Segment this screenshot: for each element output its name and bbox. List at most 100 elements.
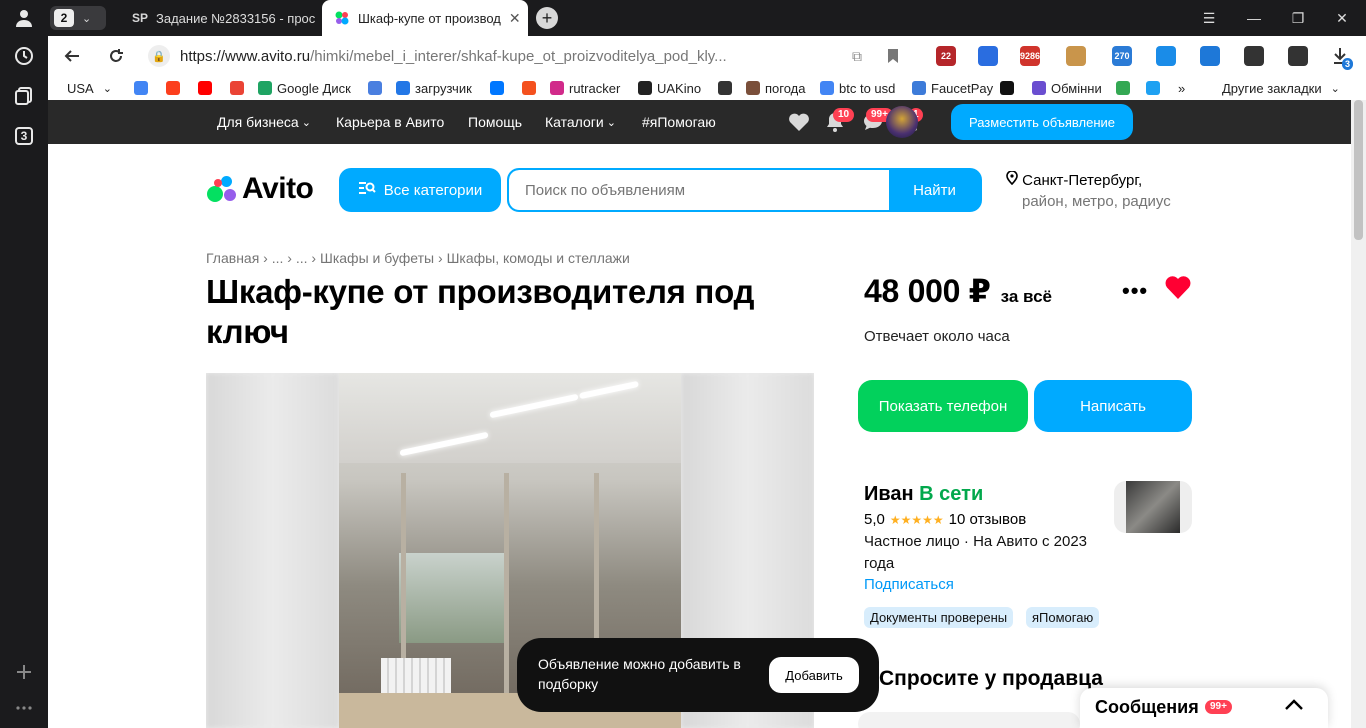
- favorites-heart-icon[interactable]: [786, 110, 812, 134]
- bm-uakino[interactable]: UAKino: [638, 79, 701, 97]
- breadcrumb: Главная › ... › ... › Шкафы и буфеты › Ш…: [206, 250, 630, 266]
- bm-google-drive[interactable]: Google Диск: [258, 79, 351, 97]
- google-icon: [820, 81, 834, 95]
- documents-verified-chip[interactable]: Документы проверены: [864, 607, 1014, 628]
- price-block: 48 000 ₽ за всё: [864, 272, 1052, 310]
- bookmarks-bar: USA ⌄ Google Диск загрузчик rutracker UAKino п…: [48, 76, 1366, 100]
- messenger-widget[interactable]: Сообщения 99+: [1080, 688, 1328, 728]
- close-window-icon[interactable]: ✕: [1322, 0, 1362, 36]
- nav-business[interactable]: Для бизнеса ⌄: [217, 100, 311, 144]
- bm-translate[interactable]: [368, 79, 382, 97]
- page-title: Шкаф-купе от производителя под ключ: [206, 273, 755, 350]
- bm-other-bookmarks[interactable]: Другие закладки ⌄: [1222, 79, 1340, 97]
- nav-ya-pomogayu[interactable]: #яПомогаю: [642, 100, 716, 144]
- ya-pomogayu-chip[interactable]: яПомогаю: [1026, 607, 1100, 628]
- address-bar[interactable]: 🔒 https://www.avito.ru/himki/mebel_i_int…: [140, 41, 860, 71]
- add-panel-icon[interactable]: [12, 660, 36, 684]
- close-tab-icon[interactable]: ✕: [509, 10, 521, 27]
- bm-pogoda[interactable]: погода: [746, 79, 806, 97]
- user-avatar[interactable]: [886, 106, 918, 138]
- downloads-icon[interactable]: 3: [1328, 44, 1354, 70]
- menu-icon[interactable]: ☰: [1189, 0, 1229, 36]
- ask-seller-input[interactable]: [858, 712, 1080, 728]
- avito-logo[interactable]: Avito: [206, 172, 314, 206]
- tab-title: Шкаф-купе от производ: [358, 10, 501, 26]
- more-options-icon[interactable]: •••: [1122, 278, 1148, 304]
- breadcrumb-item[interactable]: ...: [272, 250, 284, 266]
- toast-add-button[interactable]: Добавить: [769, 657, 859, 693]
- subscribe-link[interactable]: Подписаться: [864, 576, 954, 593]
- post-ad-button[interactable]: Разместить объявление: [951, 104, 1133, 140]
- breadcrumb-item[interactable]: Главная: [206, 250, 259, 266]
- bookmark-icon[interactable]: [881, 44, 905, 68]
- ext-globe-icon[interactable]: [978, 46, 998, 66]
- bm-google[interactable]: [134, 79, 148, 97]
- scrollbar-thumb[interactable]: [1354, 100, 1363, 240]
- f-icon: [522, 81, 536, 95]
- tab-task[interactable]: SP Задание №2833156 - прос: [120, 0, 325, 36]
- nav-career[interactable]: Карьера в Авито: [336, 100, 444, 144]
- all-categories-button[interactable]: Все категории: [339, 168, 501, 212]
- seller-name[interactable]: Иван В сети: [864, 483, 983, 506]
- rail-counter[interactable]: 3: [15, 127, 33, 145]
- more-icon[interactable]: [12, 696, 36, 720]
- nav-help[interactable]: Помощь: [468, 100, 522, 144]
- search-input[interactable]: [509, 170, 889, 210]
- breadcrumb-item[interactable]: ...: [296, 250, 308, 266]
- chevron-up-icon[interactable]: [1284, 694, 1304, 717]
- bm-f[interactable]: [522, 79, 536, 97]
- profile-icon[interactable]: [12, 6, 36, 30]
- tab-avito[interactable]: Шкаф-купе от производ ✕: [322, 0, 528, 36]
- bm-bc[interactable]: [1000, 79, 1014, 97]
- ext-arrow-icon[interactable]: [1244, 46, 1264, 66]
- find-button[interactable]: Найти: [889, 170, 980, 210]
- bm-usa[interactable]: USA ⌄: [67, 79, 112, 97]
- messenger-label: Сообщения: [1095, 697, 1199, 717]
- ext-counter-icon[interactable]: 9286: [1020, 46, 1040, 66]
- bm-youtube[interactable]: [198, 79, 212, 97]
- tab-counter-button[interactable]: 2 ⌄: [50, 6, 106, 30]
- nav-catalogs[interactable]: Каталоги ⌄: [545, 100, 616, 144]
- bm-gmail[interactable]: [230, 79, 244, 97]
- location-selector[interactable]: Санкт-Петербург, район, метро, радиус: [1006, 170, 1171, 212]
- share-icon[interactable]: ⧉: [845, 44, 869, 68]
- ext-box-icon[interactable]: [1066, 46, 1086, 66]
- history-icon[interactable]: [12, 44, 36, 68]
- minimize-icon[interactable]: —: [1234, 0, 1274, 36]
- lock-icon[interactable]: 🔒: [148, 45, 170, 67]
- breadcrumb-item[interactable]: Шкафы и буфеты: [320, 250, 434, 266]
- bm-zagruzchik[interactable]: загрузчик: [396, 79, 472, 97]
- bm-btc-to-usd[interactable]: btc to usd: [820, 79, 895, 97]
- ext-download-icon[interactable]: [1200, 46, 1220, 66]
- search-box: Найти: [507, 168, 982, 212]
- favorite-heart-icon[interactable]: [1164, 274, 1192, 302]
- bm-sparkle[interactable]: [1146, 79, 1160, 97]
- ext-calendar-icon[interactable]: 270: [1112, 46, 1132, 66]
- bm-rutracker[interactable]: rutracker: [550, 79, 620, 97]
- page-scrollbar[interactable]: [1351, 100, 1366, 728]
- ask-seller-title: Спросите у продавца: [879, 667, 1103, 690]
- new-tab-button[interactable]: +: [536, 7, 558, 29]
- seller-rating[interactable]: 5,0 ★★★★★ 10 отзывов: [864, 511, 1026, 528]
- bookmark-label: Обмінни: [1051, 80, 1102, 96]
- ext-copy-icon[interactable]: [1288, 46, 1308, 66]
- bm-chess[interactable]: [718, 79, 732, 97]
- ext-diamond-icon[interactable]: [1156, 46, 1176, 66]
- ext-shield-icon[interactable]: 22: [936, 46, 956, 66]
- seller-avatar[interactable]: [1114, 481, 1192, 533]
- back-icon[interactable]: [60, 44, 84, 68]
- reload-icon[interactable]: [104, 44, 128, 68]
- bm-obminni[interactable]: Обмінни: [1032, 79, 1102, 97]
- show-phone-button[interactable]: Показать телефон: [858, 380, 1028, 432]
- bm-yandex[interactable]: [166, 79, 180, 97]
- bm-faucetpay[interactable]: FaucetPay: [912, 79, 993, 97]
- bm-more[interactable]: »: [1178, 79, 1185, 97]
- breadcrumb-item[interactable]: Шкафы, комоды и стеллажи: [447, 250, 630, 266]
- bm-vk[interactable]: [490, 79, 504, 97]
- write-message-button[interactable]: Написать: [1034, 380, 1192, 432]
- bm-maps[interactable]: [1116, 79, 1130, 97]
- collections-icon[interactable]: [12, 84, 36, 108]
- restore-icon[interactable]: ❐: [1278, 0, 1318, 36]
- chess-icon: [718, 81, 732, 95]
- bookmark-label: btc to usd: [839, 80, 896, 96]
